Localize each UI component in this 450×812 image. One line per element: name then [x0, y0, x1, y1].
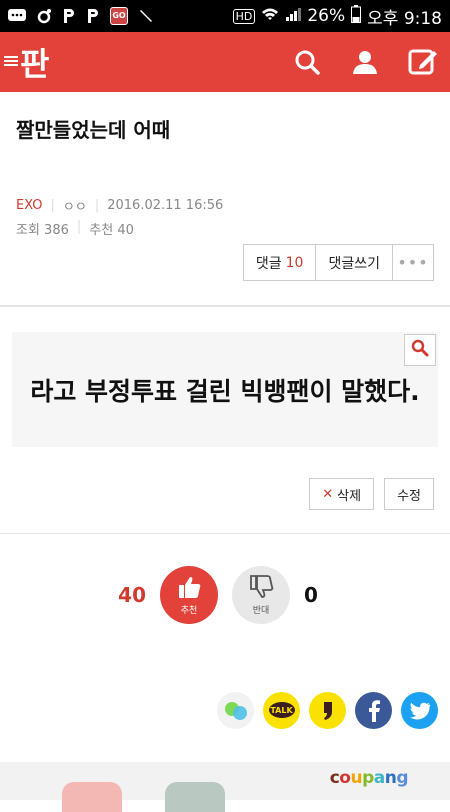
- search-icon[interactable]: [292, 47, 322, 77]
- post-stats: 조회 386 | 추천 40: [0, 215, 450, 238]
- content-image: 라고 부정투표 걸린 빅뱅팬이 말했다.: [12, 332, 438, 447]
- meta-divider: |: [50, 198, 55, 213]
- status-right: HD 26% 오후 9:18: [232, 4, 442, 29]
- thumbs-down-icon: [248, 574, 274, 603]
- go-notification-icon: GO: [110, 7, 128, 25]
- ad-brand-logo: coupang: [329, 768, 409, 788]
- brand-letter: u: [350, 768, 363, 788]
- comments-label: 댓글: [255, 255, 282, 272]
- comments-button[interactable]: 댓글 10: [244, 245, 317, 280]
- share-kakaotalk-icon[interactable]: TALK: [263, 692, 300, 729]
- battery-icon: [351, 4, 362, 28]
- brand-letter: o: [339, 768, 351, 788]
- section-divider: [0, 305, 450, 307]
- edit-button[interactable]: 수정: [384, 478, 434, 510]
- brand-letter: c: [329, 768, 340, 788]
- status-left-icons: GO: [8, 7, 154, 25]
- recommend-button[interactable]: 추천: [160, 566, 218, 624]
- oppose-label: 반대: [252, 606, 270, 616]
- clock: 오후 9:18: [367, 8, 442, 29]
- brand-letter: g: [396, 768, 408, 788]
- section-divider-2: [0, 533, 450, 534]
- share-line-icon[interactable]: [217, 692, 254, 729]
- post-recommends: 추천 40: [89, 223, 134, 238]
- brand-letter: a: [373, 768, 385, 788]
- delete-x-icon: ✕: [322, 486, 334, 502]
- talk-text: TALK: [270, 706, 293, 715]
- post-actions: ✕ 삭제 수정: [309, 478, 434, 510]
- post-meta: EXO | ㅇㅇ | 2016.02.11 16:56: [0, 196, 450, 215]
- status-bar: GO HD 26% 오후 9:18: [0, 0, 450, 32]
- content-image-text: 라고 부정투표 걸린 빅뱅팬이 말했다.: [30, 376, 420, 406]
- post-nickname: ㅇㅇ: [62, 200, 87, 215]
- post-views: 조회 386: [16, 223, 69, 238]
- delete-label: 삭제: [337, 488, 362, 504]
- vote-section: 40 추천 반대 0: [0, 566, 450, 624]
- share-twitter-icon[interactable]: [401, 692, 438, 729]
- comments-count: 10: [285, 254, 304, 271]
- header-icons: [292, 47, 438, 77]
- magnifier-icon: [411, 339, 429, 361]
- brand-letter: p: [362, 768, 374, 788]
- menu-icon[interactable]: [4, 50, 18, 74]
- ad-product-image: [62, 782, 122, 812]
- share-kakaostory-icon[interactable]: [309, 692, 346, 729]
- brand-letter: n: [384, 768, 397, 788]
- meta-divider: |: [94, 198, 100, 213]
- p-notification-icon: [62, 8, 76, 24]
- app-notification-icon: [36, 8, 52, 24]
- recommend-count: 40: [118, 583, 146, 607]
- p-notification-icon-2: [86, 8, 100, 24]
- write-icon[interactable]: [408, 47, 438, 77]
- chat-notification-icon: [8, 9, 26, 23]
- post-datetime: 2016.02.11 16:56: [107, 198, 224, 213]
- comment-button-group: 댓글 10 댓글쓰기 •••: [242, 244, 434, 281]
- more-button[interactable]: •••: [393, 245, 433, 280]
- zoom-button[interactable]: [404, 334, 436, 366]
- logo-text: 판: [20, 45, 49, 83]
- thumbs-up-icon: [176, 574, 202, 603]
- hd-badge: HD: [232, 8, 256, 24]
- ad-banner[interactable]: coupang: [0, 762, 450, 812]
- post-title: 짤만들었는데 어때: [16, 118, 171, 142]
- logo[interactable]: 판: [4, 39, 49, 85]
- user-icon[interactable]: [350, 47, 380, 77]
- share-facebook-icon[interactable]: [355, 692, 392, 729]
- post-author[interactable]: EXO: [16, 198, 43, 213]
- oppose-count: 0: [304, 583, 318, 607]
- wifi-icon: [261, 6, 279, 26]
- delete-button[interactable]: ✕ 삭제: [309, 478, 375, 510]
- app-header: 판: [0, 32, 450, 92]
- oppose-button[interactable]: 반대: [232, 566, 290, 624]
- write-comment-button[interactable]: 댓글쓰기: [316, 245, 393, 280]
- wrench-icon: [138, 8, 154, 24]
- ad-product-image-2: [165, 782, 225, 812]
- share-buttons: TALK: [217, 692, 438, 729]
- signal-icon: [285, 6, 302, 26]
- recommend-label: 추천: [180, 606, 198, 616]
- battery-percent: 26%: [307, 6, 346, 26]
- meta-divider: |: [76, 219, 82, 234]
